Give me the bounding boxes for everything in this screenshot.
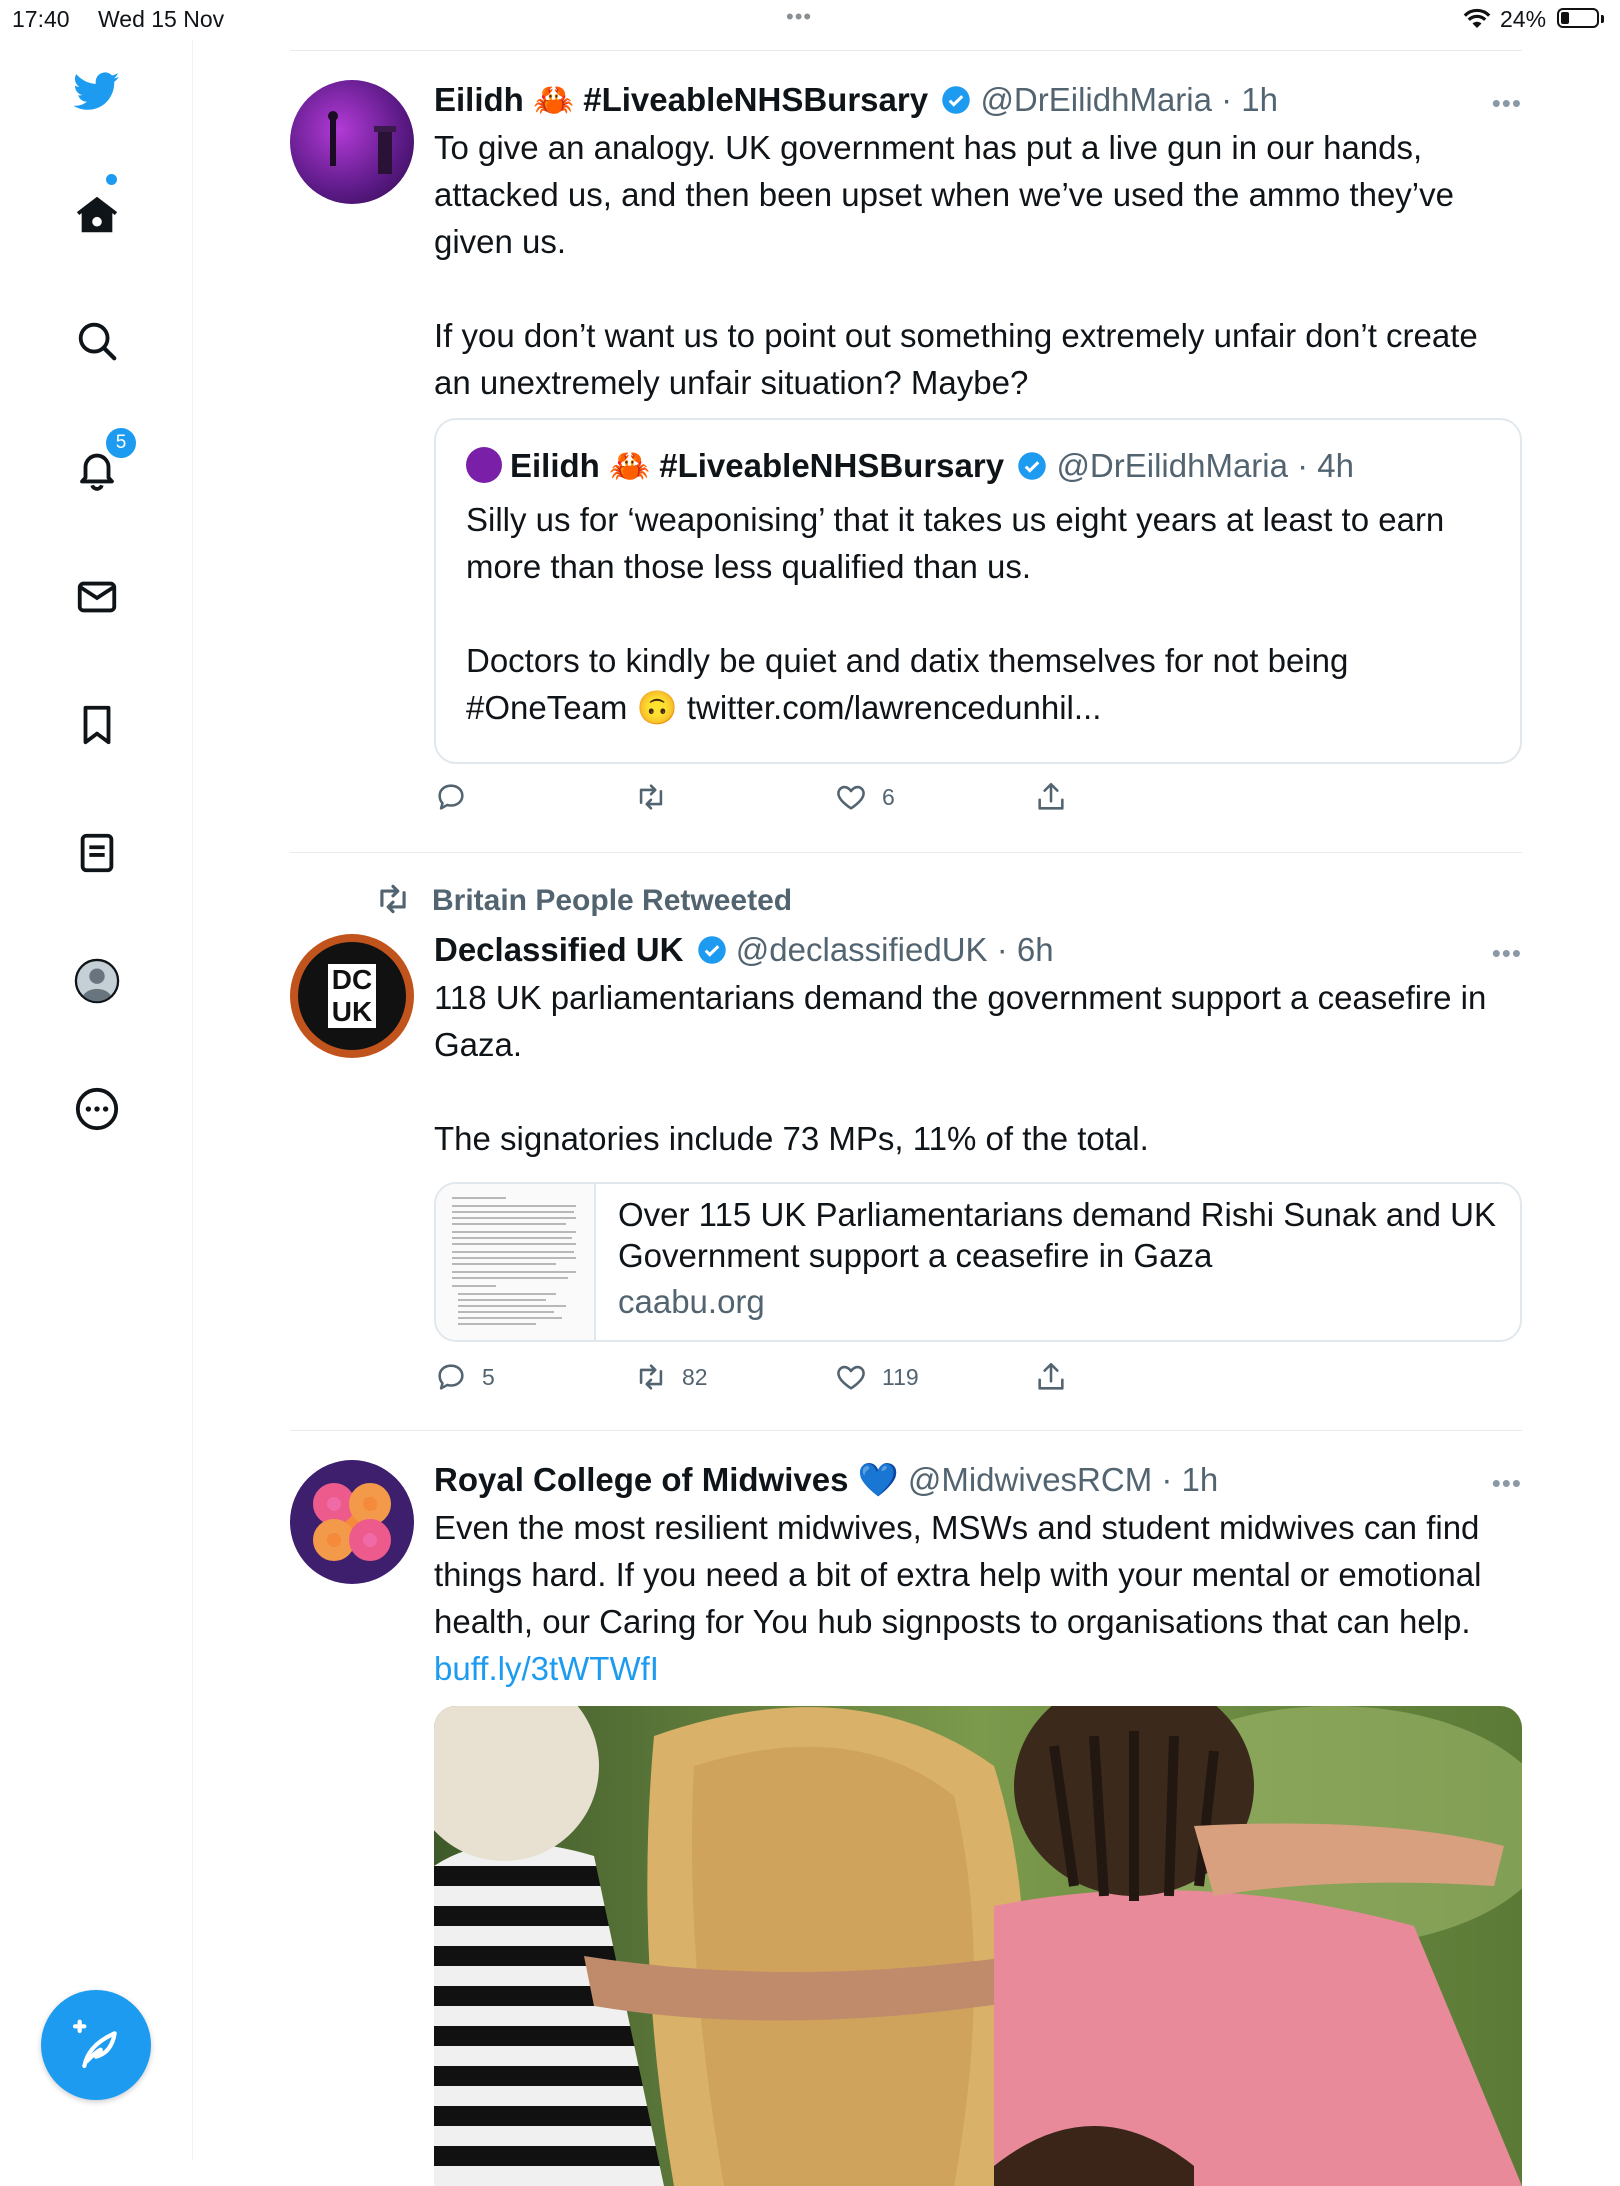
tweet-divider [290, 852, 1522, 853]
tweet-text: Even the most resilient midwives, MSWs a… [434, 1504, 1522, 1692]
lists-icon[interactable] [66, 822, 128, 884]
tweet-more-icon[interactable]: ••• [1492, 1468, 1522, 1499]
messages-envelope-icon[interactable] [66, 566, 128, 628]
reply-button[interactable] [434, 780, 482, 814]
share-button[interactable] [1034, 780, 1082, 814]
quoted-tweet-header: Eilidh 🦀 #LiveableNHSBursary @DrEilidhMa… [466, 446, 1490, 486]
quoted-tweet[interactable]: Eilidh 🦀 #LiveableNHSBursary @DrEilidhMa… [434, 418, 1522, 764]
tweet-header: Eilidh 🦀 #LiveableNHSBursary @DrEilidhMa… [434, 80, 1522, 120]
tweet-more-icon[interactable]: ••• [1492, 938, 1522, 969]
author-name[interactable]: Eilidh 🦀 #LiveableNHSBursary [434, 81, 928, 118]
share-icon [1038, 782, 1064, 810]
link-card[interactable]: Over 115 UK Parliamentarians demand Rish… [434, 1182, 1522, 1342]
retweeted-by-label: Britain People Retweeted [432, 884, 793, 917]
avatar-declassified[interactable]: DC UK [290, 934, 414, 1058]
link-card-domain: caabu.org [618, 1283, 765, 1320]
avatar-rcm[interactable] [290, 1460, 414, 1584]
author-name[interactable]: Declassified UK [434, 931, 683, 968]
retweet-icon [639, 1364, 663, 1390]
tweet-text: 118 UK parliamentarians demand the gover… [434, 979, 1487, 1157]
avatar-logo-text-top: DC [331, 964, 373, 995]
reply-button[interactable]: 5 [434, 1360, 495, 1394]
avatar-eilidh[interactable] [290, 80, 414, 204]
reply-icon [438, 784, 464, 810]
link-card-thumbnail [436, 1184, 596, 1340]
home-icon[interactable] [66, 184, 128, 246]
quoted-avatar [466, 447, 502, 483]
like-button[interactable]: 119 [834, 1360, 919, 1394]
status-bar: 17:40 Wed 15 Nov ••• 24% [0, 0, 1620, 40]
retweet-icon [380, 884, 406, 914]
retweet-context[interactable]: Britain People Retweeted [374, 880, 792, 918]
home-unread-dot [106, 174, 117, 185]
avatar-logo-text-bottom: UK [331, 996, 373, 1027]
tweet-media-image[interactable] [434, 1706, 1522, 2186]
like-count: 6 [882, 783, 895, 810]
tweet-text: To give an analogy. UK government has pu… [434, 129, 1478, 401]
author-name[interactable]: Royal College of Midwives [434, 1461, 848, 1498]
tweet-more-icon[interactable]: ••• [1492, 88, 1522, 119]
feed-top-divider [290, 50, 1522, 51]
tweet-body: Even the most resilient midwives, MSWs a… [434, 1509, 1491, 1640]
compose-feather-icon [72, 2019, 117, 2069]
compose-tweet-button[interactable] [41, 1990, 151, 2100]
retweet-icon [639, 784, 663, 810]
verified-badge-icon [697, 936, 726, 964]
verified-badge-icon [1018, 452, 1047, 480]
like-button[interactable]: 6 [834, 780, 895, 814]
profile-avatar-icon[interactable] [66, 950, 128, 1012]
link-card-title: Over 115 UK Parliamentarians demand Rish… [618, 1196, 1496, 1274]
tweet-actions: 5 82 119 [434, 1360, 1134, 1404]
multitasking-dots[interactable]: ••• [786, 4, 812, 30]
search-icon[interactable] [66, 310, 128, 372]
battery-icon [1557, 8, 1604, 28]
sidebar: 5 [0, 40, 193, 2160]
tweet-header: Declassified UK @declassifiedUK · 6h [434, 930, 1522, 970]
verified-badge-icon [942, 86, 971, 114]
tweet-link[interactable]: buff.ly/3tWTWfI [434, 1650, 659, 1687]
share-icon [1038, 1362, 1064, 1390]
wifi-icon [1462, 6, 1492, 36]
quoted-author-handle-time[interactable]: @DrEilidhMaria · 4h [1056, 447, 1354, 484]
battery-percent: 24% [1500, 6, 1547, 32]
more-options-icon[interactable] [66, 1078, 128, 1140]
heart-icon [837, 785, 865, 810]
like-count: 119 [882, 1363, 919, 1390]
status-date: Wed 15 Nov [98, 6, 225, 32]
quoted-author-name[interactable]: Eilidh 🦀 #LiveableNHSBursary [510, 447, 1004, 484]
retweet-count: 82 [682, 1363, 708, 1390]
author-handle-time[interactable]: @DrEilidhMaria · 1h [980, 81, 1278, 118]
blue-heart-emoji: 💙 [857, 1461, 899, 1498]
retweet-button[interactable]: 82 [634, 1360, 708, 1394]
notification-count-badge: 5 [104, 426, 138, 460]
reply-count: 5 [482, 1363, 495, 1390]
author-handle-time[interactable]: @MidwivesRCM · 1h [908, 1461, 1218, 1498]
status-time: 17:40 [12, 6, 70, 32]
retweet-button[interactable] [634, 780, 682, 814]
share-button[interactable] [1034, 1360, 1082, 1394]
bookmark-icon[interactable] [66, 694, 128, 756]
heart-icon [837, 1365, 865, 1390]
tweet-header: Royal College of Midwives 💙 @MidwivesRCM… [434, 1460, 1522, 1500]
tweet-divider [290, 1430, 1522, 1431]
quoted-tweet-text: Silly us for ‘weaponising’ that it takes… [466, 501, 1445, 726]
reply-icon [438, 1364, 464, 1390]
author-handle-time[interactable]: @declassifiedUK · 6h [736, 931, 1054, 968]
twitter-logo-icon[interactable] [66, 60, 128, 122]
tweet-actions: 6 [434, 780, 1134, 824]
